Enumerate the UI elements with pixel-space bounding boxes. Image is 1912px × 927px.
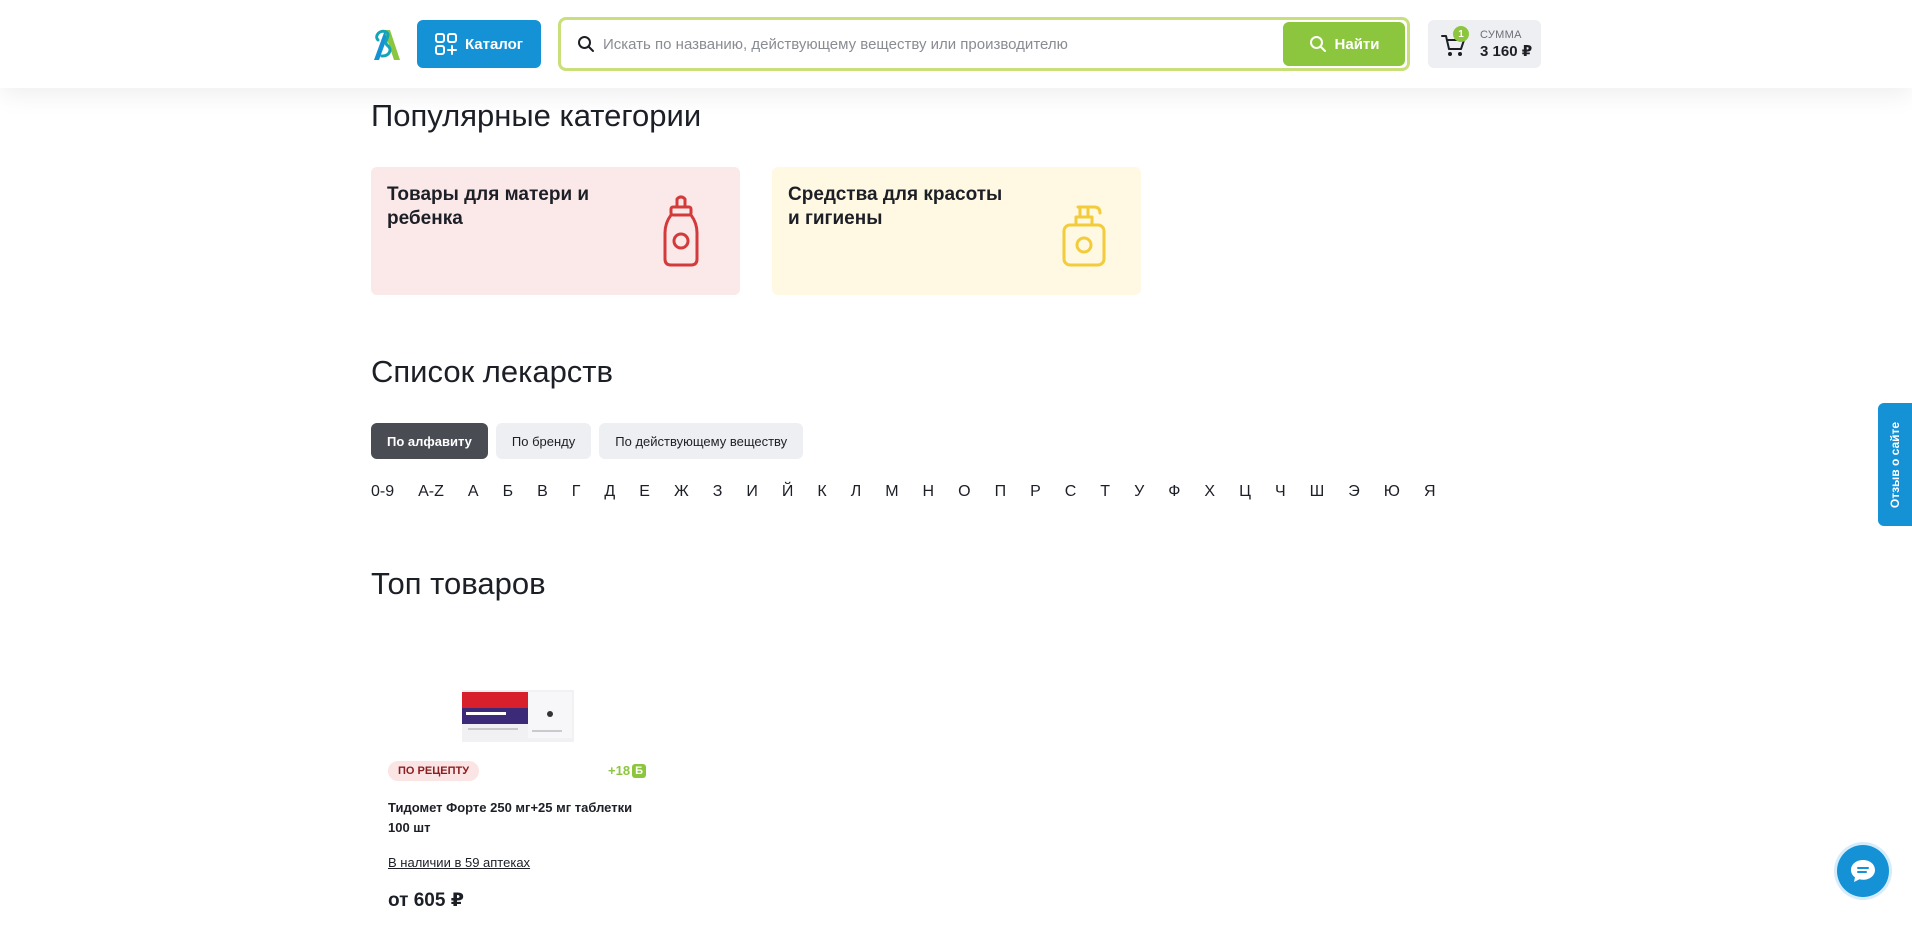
category-card-mother-child[interactable]: Товары для матери и ребенка [371,167,740,295]
letter-link[interactable]: А [468,483,479,501]
logo-icon[interactable] [370,26,402,62]
find-button[interactable]: Найти [1283,22,1405,66]
product-image[interactable] [462,690,574,742]
site-header: Каталог Найти 1 СУММА 3 160 ₽ [0,0,1912,88]
category-title: Средства для красоты и гигиены [788,184,1003,229]
letter-link[interactable]: Е [639,483,650,501]
baby-bottle-icon [663,195,699,267]
tab-substance[interactable]: По действующему веществу [599,423,804,459]
search-icon [1309,36,1326,52]
search-icon [578,36,594,52]
letter-link[interactable]: Л [851,483,862,501]
product-price: от 605 ₽ [388,890,464,911]
product-card[interactable]: ПО РЕЦЕПТУ +18 Б Тидомет Форте 250 мг+25… [371,670,651,927]
letter-link[interactable]: Ч [1275,483,1286,501]
bonus-points: +18 Б [608,763,646,778]
feedback-side-tab[interactable]: Отзыв о сайте [1878,403,1912,526]
letter-link[interactable]: Р [1030,483,1041,501]
category-card-beauty-hygiene[interactable]: Средства для красоты и гигиены [772,167,1141,295]
letter-link[interactable]: М [885,483,898,501]
cart-count-badge: 1 [1453,26,1469,42]
search-bar: Найти [558,17,1410,71]
bonus-value: +18 [608,763,631,778]
feedback-label: Отзыв о сайте [1888,421,1902,508]
letter-link[interactable]: З [713,483,723,501]
cart-button[interactable]: 1 СУММА 3 160 ₽ [1428,20,1541,68]
drug-list-tabs: По алфавиту По бренду По действующему ве… [371,423,804,459]
letter-link[interactable]: Б [503,483,514,501]
bonus-icon: Б [632,763,646,778]
product-name[interactable]: Тидомет Форте 250 мг+25 мг таблетки 100 … [388,798,638,838]
letter-link[interactable]: П [995,483,1007,501]
find-label: Найти [1334,35,1380,53]
letter-link[interactable]: Т [1100,483,1110,501]
catalog-label: Каталог [464,35,524,53]
tab-brand[interactable]: По бренду [495,423,592,459]
letter-link[interactable]: Н [923,483,935,501]
drug-list-title: Список лекарств [371,354,613,389]
letter-link[interactable]: Д [604,483,615,501]
prescription-badge: ПО РЕЦЕПТУ [388,761,480,781]
letter-link[interactable]: 0-9 [371,483,394,501]
letter-link[interactable]: Х [1204,483,1215,501]
alphabet-index: 0-9 A-Z А Б В Г Д Е Ж З И Й К Л М Н О П … [371,483,1436,501]
letter-link[interactable]: Ж [674,483,689,501]
catalog-button[interactable]: Каталог [417,20,541,68]
soap-dispenser-icon [1062,205,1106,267]
letter-link[interactable]: С [1065,483,1077,501]
chat-bubble-icon [1851,860,1875,882]
popular-categories-title: Популярные категории [371,98,702,133]
letter-link[interactable]: Я [1424,483,1436,501]
letter-link[interactable]: Г [572,483,581,501]
letter-link[interactable]: Э [1348,483,1360,501]
cart-sum-value: 3 160 ₽ [1480,43,1533,60]
letter-link[interactable]: И [746,483,758,501]
letter-link[interactable]: Ш [1310,483,1325,501]
chat-button[interactable] [1837,845,1889,897]
tab-alphabet[interactable]: По алфавиту [371,423,488,459]
category-title: Товары для матери и ребенка [387,184,590,229]
letter-link[interactable]: A-Z [418,483,444,501]
cart-sum-label: СУММА [1480,29,1522,41]
letter-link[interactable]: В [537,483,548,501]
letter-link[interactable]: Ф [1168,483,1180,501]
top-products-title: Топ товаров [371,566,546,601]
letter-link[interactable]: О [958,483,970,501]
letter-link[interactable]: Й [782,483,794,501]
letter-link[interactable]: К [817,483,826,501]
catalog-grid-icon [434,33,457,55]
letter-link[interactable]: Ц [1239,483,1251,501]
search-field[interactable] [565,23,1290,65]
letter-link[interactable]: У [1134,483,1144,501]
search-input[interactable] [603,35,1283,53]
letter-link[interactable]: Ю [1384,483,1400,501]
availability-link[interactable]: В наличии в 59 аптеках [388,855,530,870]
